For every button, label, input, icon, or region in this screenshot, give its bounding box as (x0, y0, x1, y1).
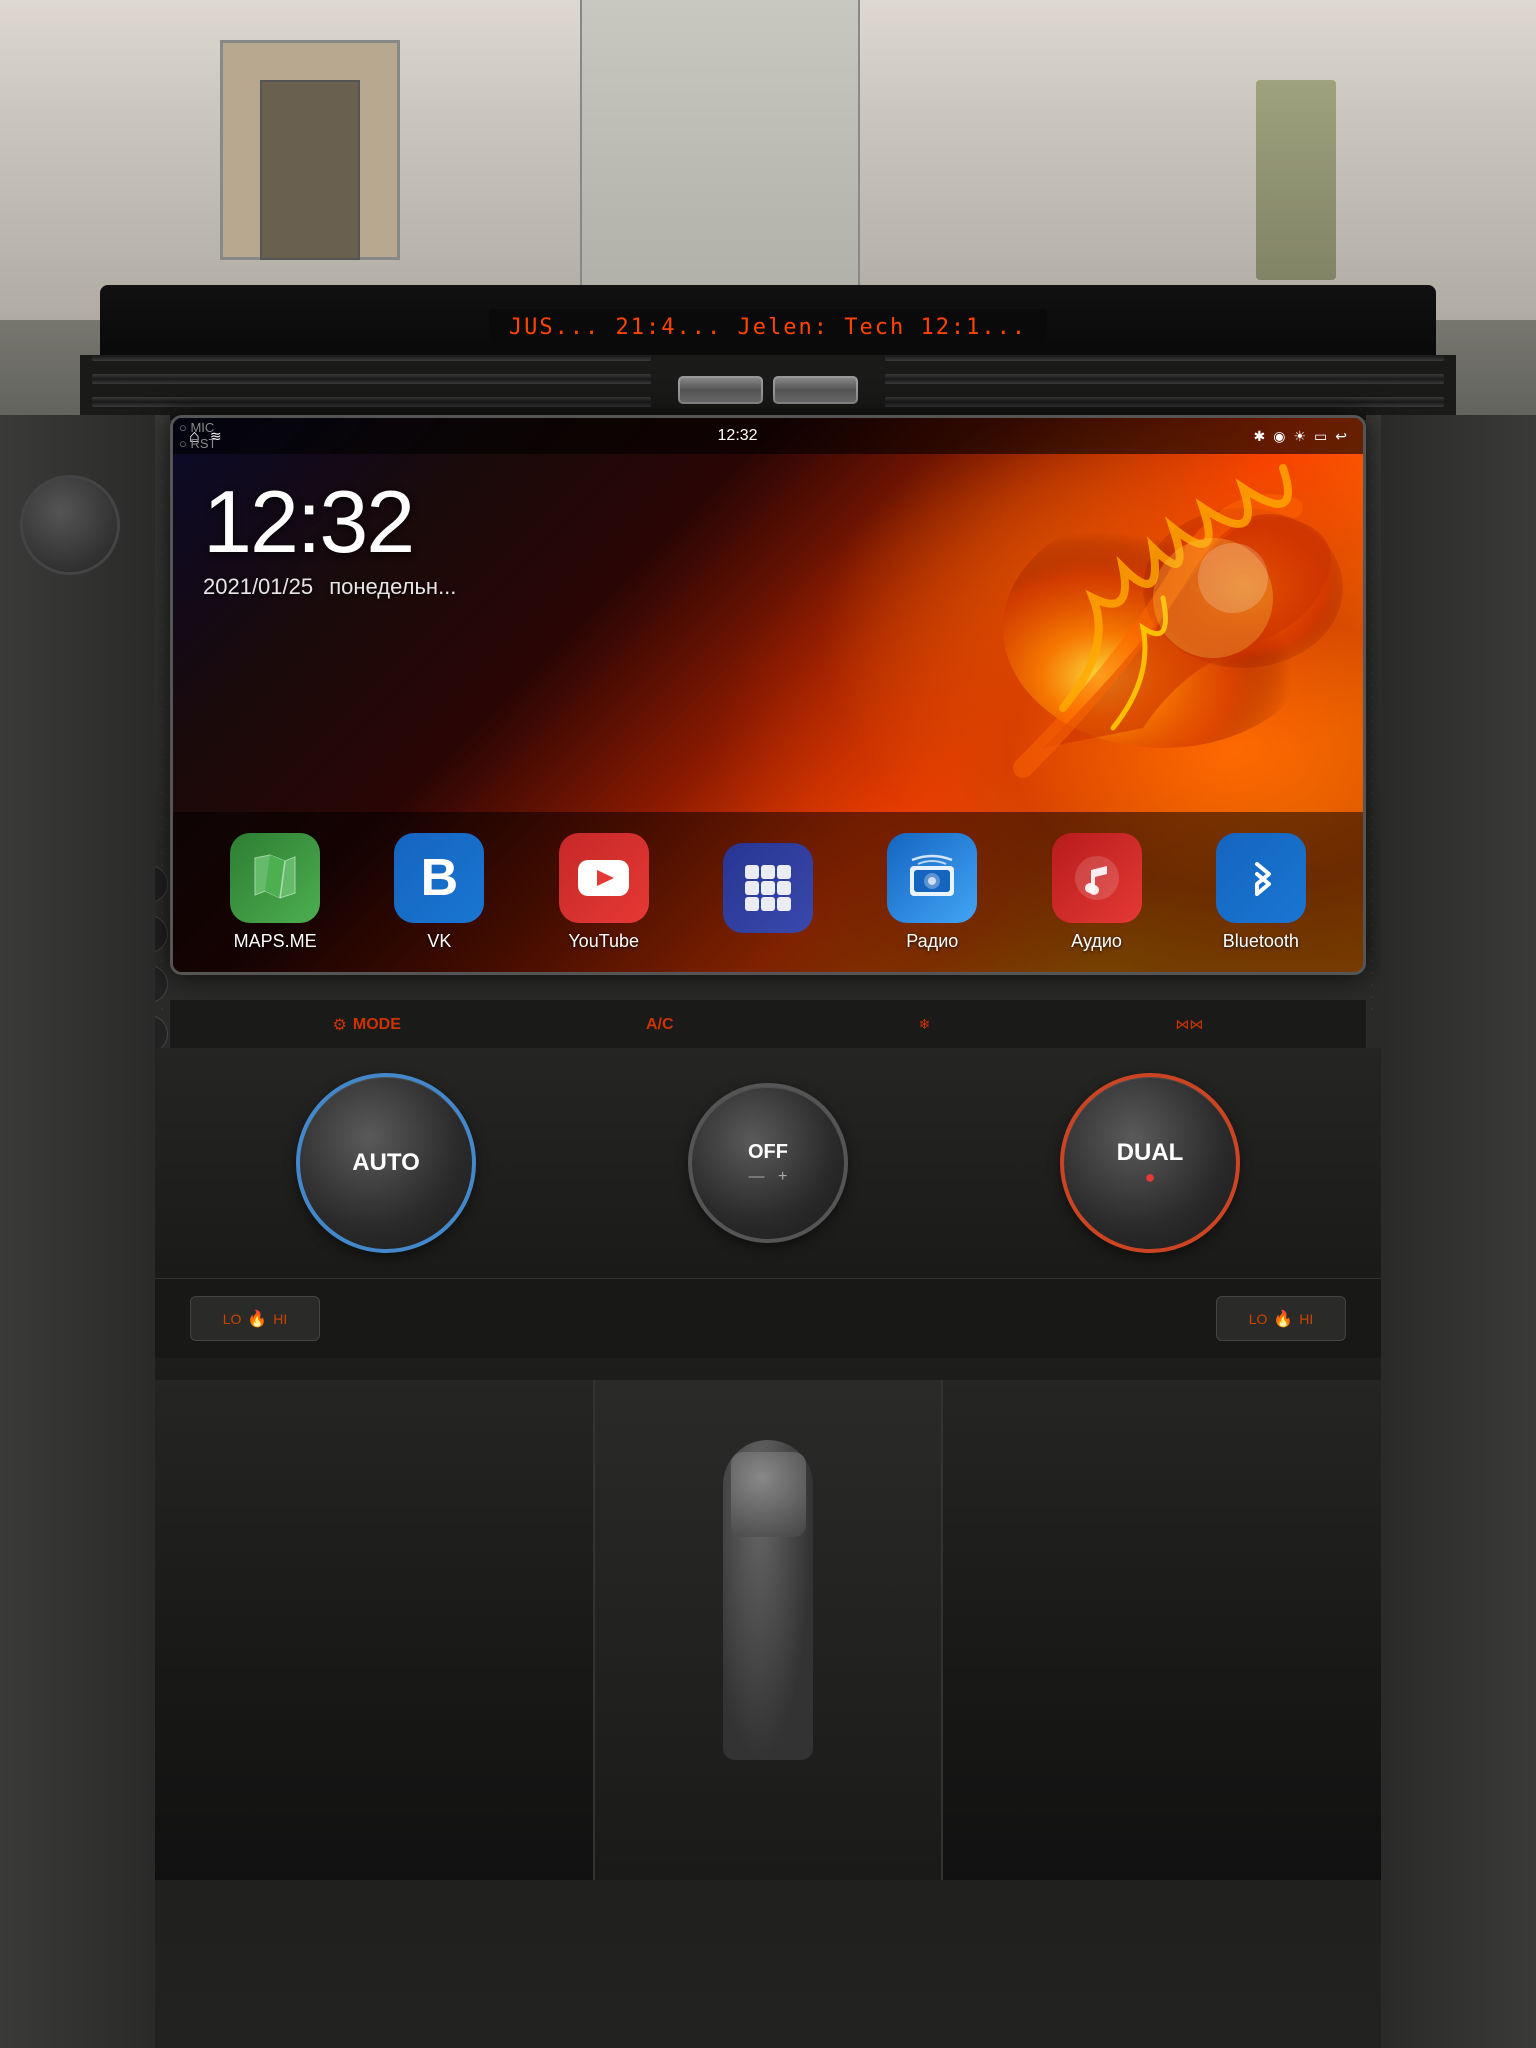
status-time: 12:32 (718, 427, 758, 445)
vent-button-left[interactable] (678, 376, 763, 404)
defrost-icon-center: ❄ (919, 1016, 931, 1033)
center-vent-buttons (658, 376, 878, 404)
left-side-panel (0, 415, 155, 2048)
vk-icon: В (394, 833, 484, 923)
clock-display: 12:32 2021/01/25 понедельн... (203, 478, 456, 600)
location-status-icon: ◉ (1273, 428, 1285, 445)
app-vk[interactable]: В VK (394, 833, 484, 952)
youtube-label: YouTube (568, 931, 639, 952)
maps-icon (230, 833, 320, 923)
status-right: ✱ ◉ ☀ ▭ ↩ (1254, 428, 1347, 445)
bluetooth-label: Bluetooth (1223, 931, 1299, 952)
audio-label: Аудио (1071, 931, 1122, 952)
fan-knob[interactable]: OFF — + (688, 1083, 848, 1243)
dual-knob[interactable]: DUAL ● (1060, 1073, 1240, 1253)
gear-knob (731, 1452, 806, 1537)
status-bar: ⌂ ≋ 12:32 ✱ ◉ ☀ ▭ ↩ (173, 418, 1363, 454)
rst-label: ○ RST (179, 436, 216, 451)
auto-knob[interactable]: AUTO (296, 1073, 476, 1253)
app-maps[interactable]: MAPS.ME (230, 833, 320, 952)
window-area (0, 0, 1536, 320)
right-side-panel (1381, 415, 1536, 2048)
bluetooth-icon (1216, 833, 1306, 923)
left-seat-btn[interactable]: LO 🔥 HI (190, 1296, 320, 1341)
app-radio[interactable]: Радио (887, 833, 977, 952)
led-display: JUS... 21:4... Jelen: Tech 12:1... (489, 309, 1047, 346)
fan-sublabel: — + (748, 1168, 788, 1186)
dual-label: DUAL (1117, 1139, 1184, 1167)
youtube-icon (559, 833, 649, 923)
app-youtube[interactable]: YouTube (559, 833, 649, 952)
headunit: ○ MIC ○ RST (170, 415, 1366, 975)
day-value: понедельн... (329, 574, 456, 599)
volume-knob[interactable] (20, 475, 120, 575)
temp-left-knob[interactable]: AUTO (296, 1073, 476, 1253)
gear-stick[interactable] (723, 1440, 813, 1760)
audio-icon (1052, 833, 1142, 923)
vent-button-right[interactable] (773, 376, 858, 404)
clock-date: 2021/01/25 понедельн... (203, 574, 456, 600)
dual-indicator: ● (1117, 1167, 1184, 1188)
mic-label: ○ MIC (179, 420, 214, 435)
android-screen: ⌂ ≋ 12:32 ✱ ◉ ☀ ▭ ↩ 12:32 2021/01/25 пон… (173, 418, 1363, 972)
ac-label: A/C (646, 1016, 674, 1034)
auto-knob-label: AUTO (352, 1149, 420, 1177)
climate-labels-row: ⚙ MODE A/C ❄ ⋈⋈ (170, 1000, 1366, 1050)
dragon-image (863, 448, 1343, 788)
radio-label: Радио (906, 931, 958, 952)
center-tunnel (593, 1380, 943, 1880)
defrost-icons: ⋈⋈ (1175, 1016, 1203, 1033)
clock-time: 12:32 (203, 478, 456, 566)
fan-label: OFF (748, 1141, 788, 1164)
climate-controls: LO 🔥 HI LO 🔥 HI (190, 1296, 1346, 1341)
grid-icon (723, 843, 813, 933)
vk-label: VK (427, 931, 451, 952)
seat-heat-left-icon: 🔥 (247, 1309, 267, 1329)
app-audio[interactable]: Аудио (1052, 833, 1142, 952)
fan-speed-knob[interactable]: OFF — + (688, 1083, 848, 1243)
battery-status-icon: ▭ (1314, 428, 1327, 445)
brightness-status-icon: ☀ (1293, 428, 1306, 445)
lower-console (0, 1380, 1536, 1880)
back-status-icon: ↩ (1335, 428, 1347, 445)
mode-label: ⚙ MODE (333, 1015, 401, 1035)
date-value: 2021/01/25 (203, 574, 313, 599)
bluetooth-status-icon: ✱ (1254, 428, 1266, 445)
radio-icon (887, 833, 977, 923)
app-row: MAPS.ME В VK YouTube (173, 812, 1363, 972)
seat-heat-right-icon: 🔥 (1273, 1309, 1293, 1329)
climate-bottom-row: LO 🔥 HI LO 🔥 HI (150, 1278, 1386, 1358)
temp-right-knob[interactable]: DUAL ● (1060, 1073, 1240, 1253)
app-bluetooth[interactable]: Bluetooth (1216, 833, 1306, 952)
right-seat-btn[interactable]: LO 🔥 HI (1216, 1296, 1346, 1341)
maps-label: MAPS.ME (234, 931, 317, 952)
app-grid[interactable] (723, 843, 813, 941)
climate-knobs: AUTO OFF — + DUAL ● (150, 1048, 1386, 1278)
